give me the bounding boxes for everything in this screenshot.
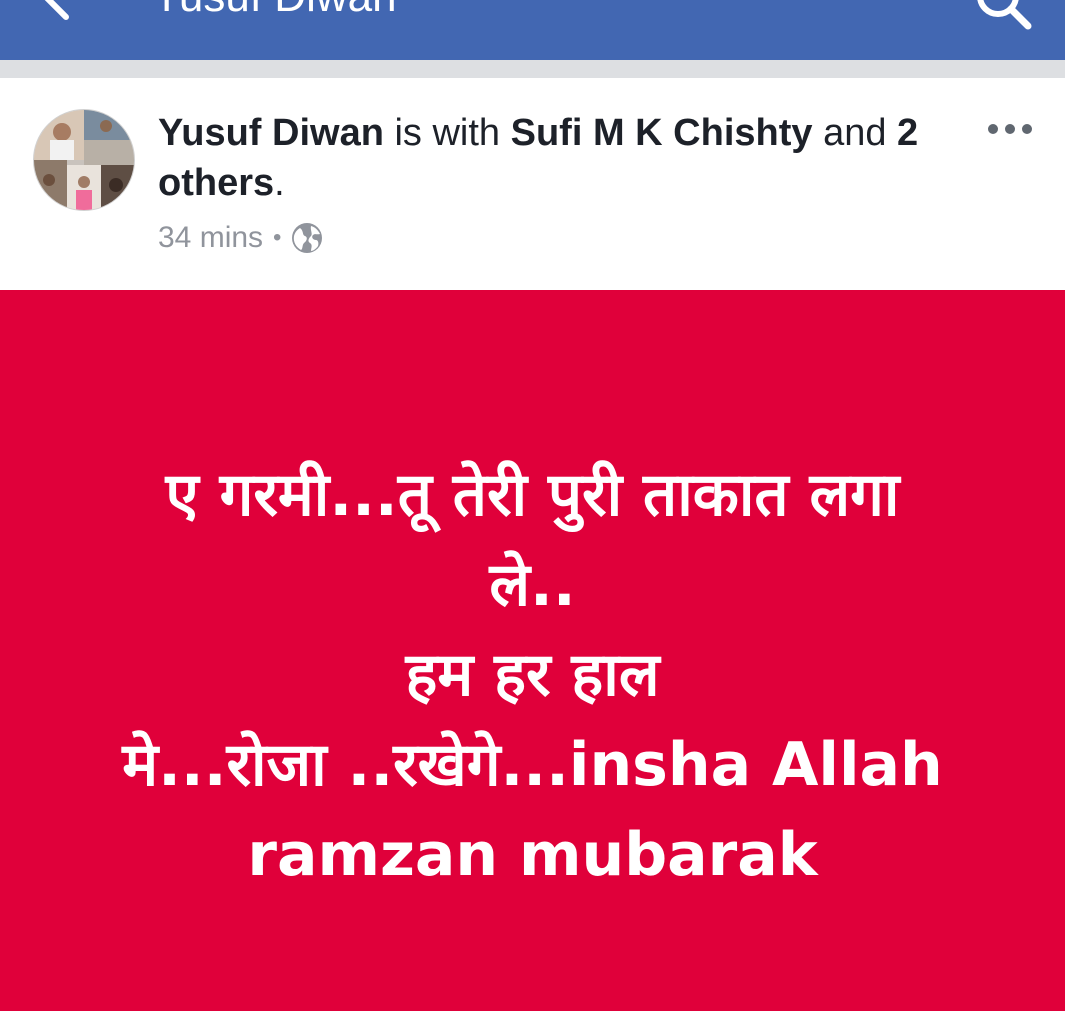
post-attribution: Yusuf Diwan is with Sufi M K Chishty and… bbox=[158, 108, 958, 208]
author-name-link[interactable]: Yusuf Diwan bbox=[158, 112, 384, 154]
globe-icon bbox=[292, 223, 323, 253]
post-timestamp[interactable]: 34 mins bbox=[158, 218, 263, 258]
with-text: is with bbox=[394, 112, 501, 154]
search-button[interactable] bbox=[972, 0, 1036, 30]
more-options-button[interactable] bbox=[985, 114, 1035, 144]
post-text-card[interactable]: ए गरमी...तू तेरी पुरी ताकात लगा ले.. हम … bbox=[0, 290, 1065, 1011]
post-message: ए गरमी...तू तेरी पुरी ताकात लगा ले.. हम … bbox=[60, 450, 1005, 900]
profile-collage-image bbox=[34, 110, 134, 210]
more-options-icon bbox=[988, 124, 1032, 134]
and-text: and bbox=[823, 112, 887, 154]
post-header: Yusuf Diwan is with Sufi M K Chishty and… bbox=[0, 78, 1065, 290]
privacy-button[interactable] bbox=[291, 222, 323, 254]
back-button[interactable] bbox=[38, 0, 108, 22]
facebook-post-page: Yusuf Diwan is with Sufi M K Chishty and… bbox=[0, 0, 1065, 1011]
top-app-bar: Yusuf Diwan bbox=[0, 0, 1065, 60]
message-line: मे...रोजा ..रखेगे...insha Allah bbox=[122, 730, 943, 800]
search-icon bbox=[977, 0, 1032, 30]
message-line: हम हर हाल bbox=[405, 640, 660, 710]
page-title: Yusuf Diwan bbox=[152, 0, 397, 22]
tagged-friend-link[interactable]: Sufi M K Chishty bbox=[511, 112, 813, 154]
avatar[interactable] bbox=[33, 109, 135, 211]
period-text: . bbox=[274, 162, 285, 204]
meta-separator: • bbox=[273, 224, 282, 251]
back-arrow-icon bbox=[44, 0, 69, 20]
header-separator bbox=[0, 60, 1065, 78]
message-line: ले.. bbox=[489, 550, 576, 620]
message-line: ramzan mubarak bbox=[247, 820, 818, 890]
message-line: ए गरमी...तू तेरी पुरी ताकात लगा bbox=[165, 460, 900, 530]
post-meta: 34 mins • bbox=[158, 218, 323, 258]
